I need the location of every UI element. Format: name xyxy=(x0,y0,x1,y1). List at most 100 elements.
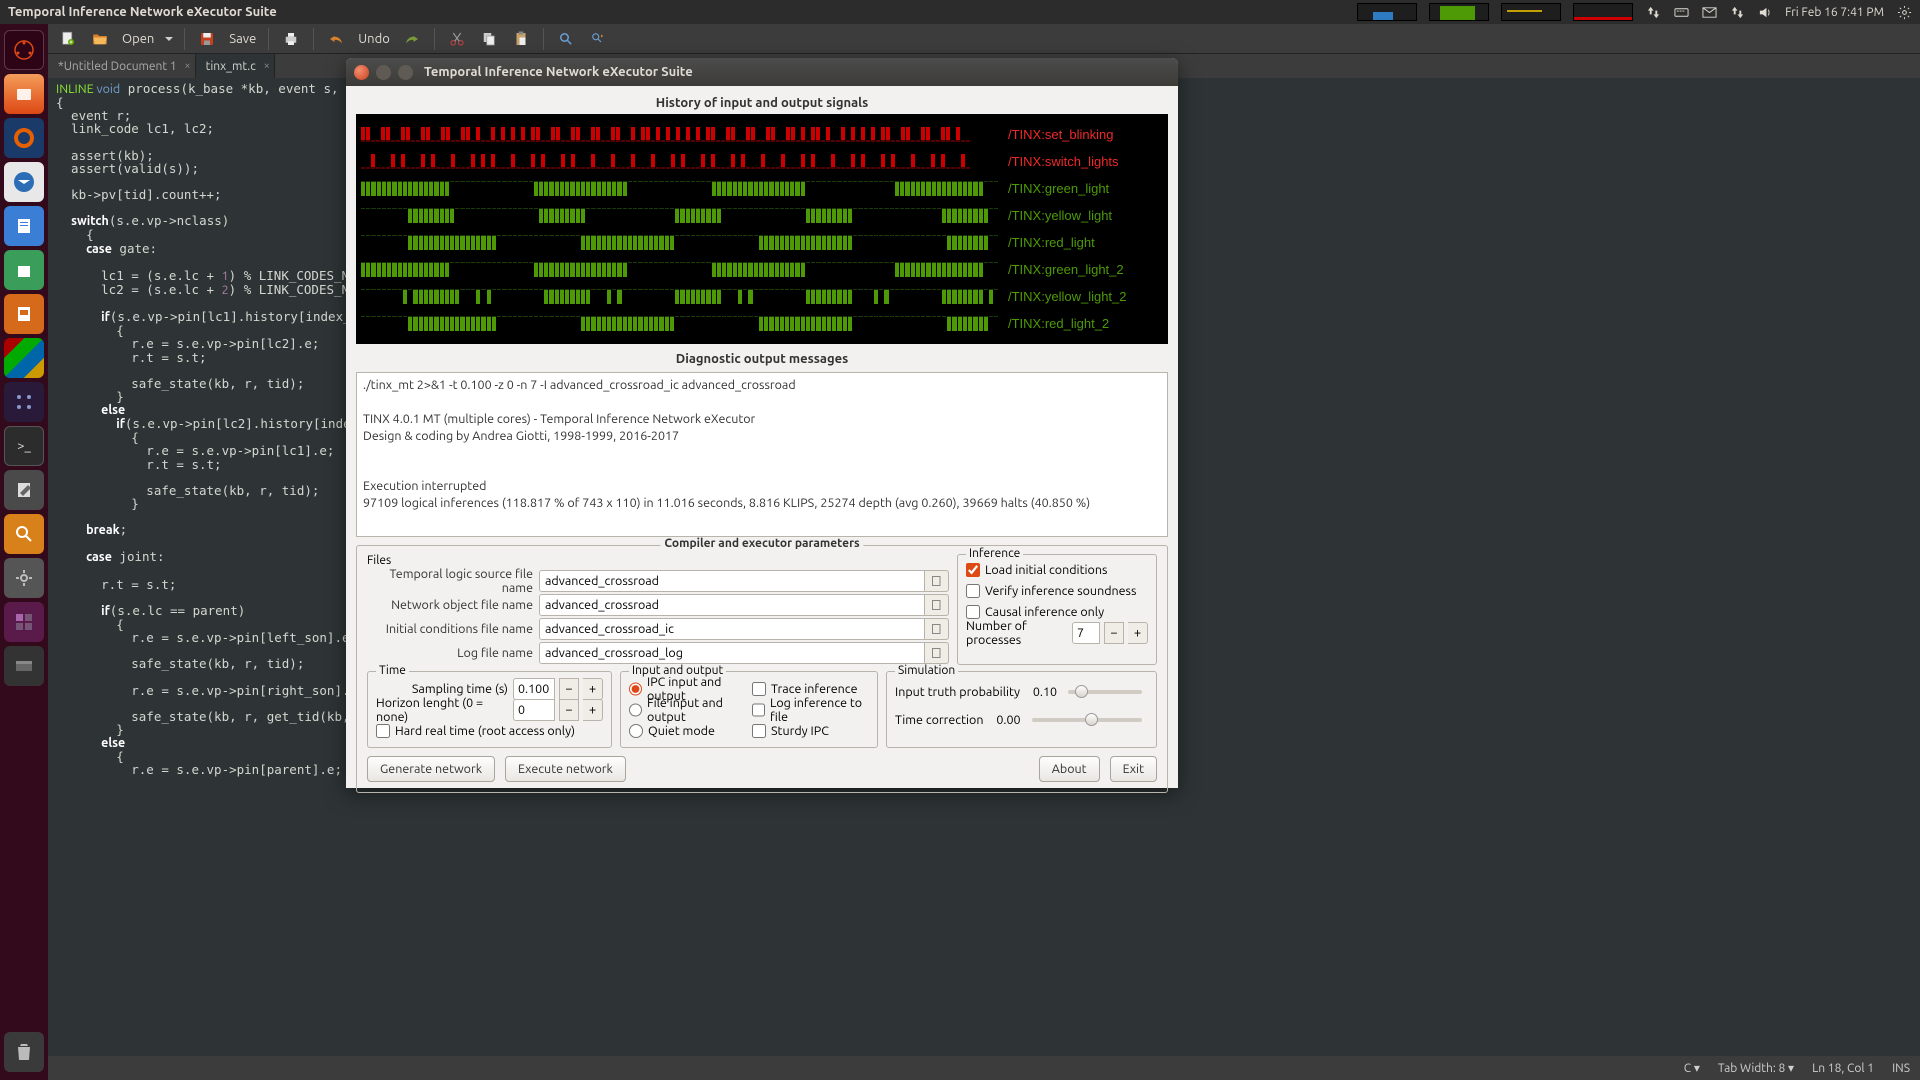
connect-icon[interactable] xyxy=(4,382,44,422)
ic-file-input[interactable] xyxy=(539,618,925,640)
tab-width-selector[interactable]: Tab Width: 8 ▾ xyxy=(1718,1061,1794,1075)
exit-button[interactable]: Exit xyxy=(1110,756,1157,782)
file-picker-button[interactable] xyxy=(925,594,949,616)
redo-button[interactable] xyxy=(398,26,426,52)
params-panel: Compiler and executor parameters Files T… xyxy=(356,545,1168,793)
copy-button[interactable] xyxy=(475,26,503,52)
minimize-window-button[interactable] xyxy=(376,65,391,80)
gedit-statusbar: C ▾ Tab Width: 8 ▾ Ln 18, Col 1 INS xyxy=(48,1056,1920,1080)
log-file-input[interactable] xyxy=(539,642,925,664)
trace-checkbox[interactable] xyxy=(752,682,766,696)
open-label[interactable]: Open xyxy=(118,32,158,46)
signal-label: /TINX:yellow_light xyxy=(1008,208,1163,223)
insert-mode: INS xyxy=(1892,1062,1910,1075)
window-titlebar[interactable]: Temporal Inference Network eXecutor Suit… xyxy=(346,58,1178,86)
signal-row: /TINX:green_light_2 xyxy=(361,256,1163,283)
tab-tinx-mt-c[interactable]: tinx_mt.c× xyxy=(196,54,275,78)
new-file-button[interactable] xyxy=(54,26,82,52)
undo-button[interactable] xyxy=(322,26,350,52)
cpu-graph-2[interactable] xyxy=(1429,3,1489,21)
spin-down-button[interactable]: − xyxy=(1104,622,1124,644)
dash-icon[interactable] xyxy=(4,30,44,70)
verify-checkbox[interactable] xyxy=(966,584,980,598)
network-icon[interactable] xyxy=(1729,4,1745,20)
signal-plot xyxy=(361,315,998,333)
print-button[interactable] xyxy=(277,26,305,52)
network-graph[interactable] xyxy=(1573,3,1633,21)
sound-icon[interactable] xyxy=(1757,4,1773,20)
object-file-label: Network object file name xyxy=(367,598,539,612)
mail-icon[interactable] xyxy=(1701,4,1717,20)
workspace-icon[interactable] xyxy=(4,602,44,642)
drawer-icon[interactable] xyxy=(4,646,44,686)
spin-up-button[interactable]: + xyxy=(583,678,603,700)
search-button[interactable] xyxy=(552,26,580,52)
nproc-label: Number of processes xyxy=(966,619,1067,647)
clock[interactable]: Fri Feb 16 7:41 PM xyxy=(1785,6,1884,19)
files-icon[interactable] xyxy=(4,74,44,114)
undo-label[interactable]: Undo xyxy=(354,32,394,46)
save-label[interactable]: Save xyxy=(225,32,260,46)
timec-slider[interactable] xyxy=(1032,718,1142,722)
terminal-icon[interactable] xyxy=(4,426,44,466)
tab-untitled[interactable]: *Untitled Document 1× xyxy=(48,54,196,78)
ipc-radio[interactable] xyxy=(629,682,642,696)
diagnostic-output[interactable]: ./tinx_mt 2>&1 -t 0.100 -z 0 -n 7 -I adv… xyxy=(356,372,1168,537)
close-icon[interactable]: × xyxy=(184,60,190,72)
save-button[interactable] xyxy=(193,26,221,52)
file-radio[interactable] xyxy=(629,703,642,717)
trash-icon[interactable] xyxy=(4,1032,44,1072)
causal-checkbox[interactable] xyxy=(966,605,980,619)
signal-row: /TINX:yellow_light xyxy=(361,202,1163,229)
prob-slider[interactable] xyxy=(1068,690,1142,694)
close-window-button[interactable] xyxy=(354,65,369,80)
cut-button[interactable] xyxy=(443,26,471,52)
generate-button[interactable]: Generate network xyxy=(367,756,495,782)
file-picker-button[interactable] xyxy=(925,618,949,640)
sampling-input[interactable] xyxy=(513,678,555,700)
updown-icon[interactable] xyxy=(1645,4,1661,20)
object-file-input[interactable] xyxy=(539,594,925,616)
horizon-input[interactable] xyxy=(513,699,555,721)
cpu-graph-1[interactable] xyxy=(1357,3,1417,21)
memory-graph[interactable] xyxy=(1501,3,1561,21)
language-selector[interactable]: C ▾ xyxy=(1684,1061,1700,1075)
maximize-window-button[interactable] xyxy=(398,65,413,80)
replace-button[interactable] xyxy=(584,26,612,52)
file-picker-button[interactable] xyxy=(925,642,949,664)
log-inf-checkbox[interactable] xyxy=(752,703,765,717)
app-title: Temporal Inference Network eXecutor Suit… xyxy=(8,5,277,19)
signal-plot xyxy=(361,261,998,279)
firefox-icon[interactable] xyxy=(4,118,44,158)
nproc-input[interactable] xyxy=(1072,622,1100,644)
spin-up-button[interactable]: + xyxy=(583,699,603,721)
calc-icon[interactable] xyxy=(4,250,44,290)
spin-down-button[interactable]: − xyxy=(559,699,579,721)
system-indicators: Fri Feb 16 7:41 PM xyxy=(1357,3,1912,21)
signal-plot xyxy=(361,288,998,306)
keyboard-icon[interactable] xyxy=(1673,4,1689,20)
file-picker-button[interactable] xyxy=(925,570,949,592)
software-icon[interactable] xyxy=(4,338,44,378)
thunderbird-icon[interactable] xyxy=(4,162,44,202)
paste-button[interactable] xyxy=(507,26,535,52)
impress-icon[interactable] xyxy=(4,294,44,334)
open-dropdown[interactable] xyxy=(162,34,176,44)
gedit-icon[interactable] xyxy=(4,470,44,510)
spin-up-button[interactable]: + xyxy=(1128,622,1148,644)
hard-rt-checkbox[interactable] xyxy=(376,724,390,738)
spin-down-button[interactable]: − xyxy=(559,678,579,700)
load-ic-checkbox[interactable] xyxy=(966,563,980,577)
signal-label: /TINX:red_light xyxy=(1008,235,1163,250)
sturdy-checkbox[interactable] xyxy=(752,724,766,738)
gear-icon[interactable] xyxy=(1896,4,1912,20)
writer-icon[interactable] xyxy=(4,206,44,246)
open-button[interactable] xyxy=(86,26,114,52)
execute-button[interactable]: Execute network xyxy=(505,756,626,782)
quiet-radio[interactable] xyxy=(629,724,643,738)
source-file-input[interactable] xyxy=(539,570,925,592)
magnifier-icon[interactable] xyxy=(4,514,44,554)
settings-icon[interactable] xyxy=(4,558,44,598)
about-button[interactable]: About xyxy=(1039,756,1100,782)
close-icon[interactable]: × xyxy=(264,60,270,72)
